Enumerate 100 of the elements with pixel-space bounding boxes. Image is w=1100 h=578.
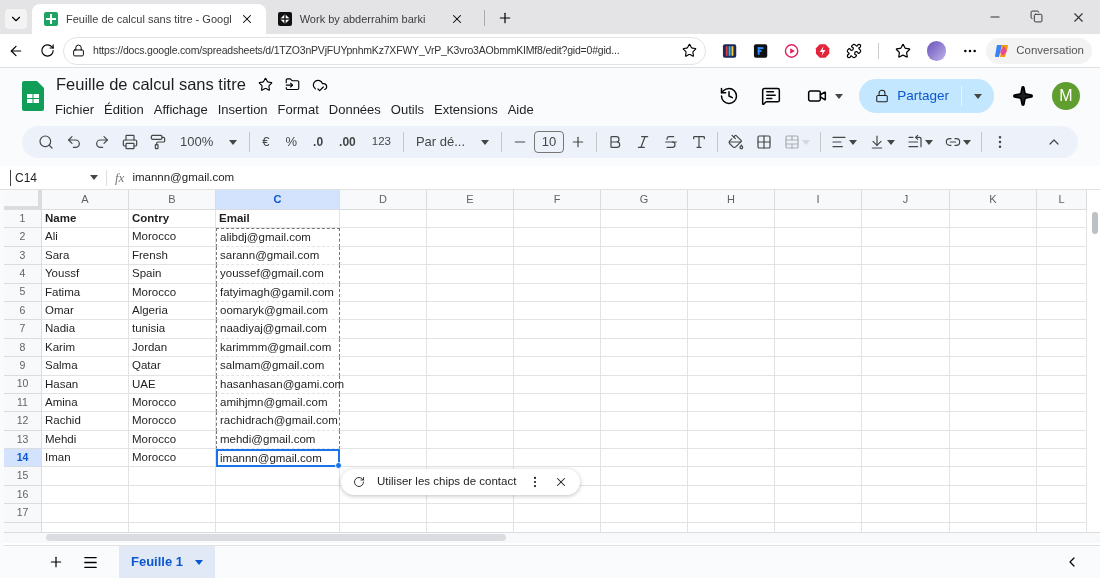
table-cell[interactable] [950,449,1037,468]
menu-item[interactable]: Extensions [434,100,498,120]
column-header[interactable]: B [129,190,216,210]
table-cell[interactable]: mehdi@gmail.com [216,430,340,450]
table-cell[interactable]: Morocco [129,393,216,413]
table-cell[interactable] [862,246,950,266]
table-cell[interactable] [427,338,514,358]
contact-chip-toast[interactable]: Utiliser les chips de contact [341,469,581,495]
sheets-logo-icon[interactable] [22,81,44,111]
table-cell[interactable]: Salma [42,357,129,376]
strikethrough-icon[interactable] [663,134,680,150]
table-cell[interactable] [427,265,514,284]
move-icon[interactable] [284,77,300,93]
table-cell[interactable] [427,412,514,431]
table-cell[interactable] [514,357,601,376]
table-cell[interactable] [950,246,1037,266]
table-cell[interactable] [950,485,1037,505]
column-header[interactable]: E [427,190,514,210]
table-cell[interactable] [427,357,514,376]
row-header[interactable]: 4 [4,265,42,284]
table-cell[interactable] [688,265,775,284]
table-cell[interactable]: alibdj@gmail.com [216,228,340,247]
comments-icon[interactable] [761,86,782,106]
table-cell[interactable] [688,430,775,450]
table-cell[interactable] [1037,210,1087,229]
table-cell[interactable]: amihjmn@gmail.com [216,393,340,413]
document-title[interactable]: Feuille de calcul sans titre [56,72,246,98]
font-size-field[interactable]: 10 [534,131,565,153]
font-select[interactable]: Par dé... [407,132,498,152]
table-cell[interactable]: karimmm@gmail.com [216,338,340,358]
decrease-decimals[interactable]: .0 [305,133,332,151]
table-cell[interactable] [688,504,775,523]
table-cell[interactable] [129,504,216,523]
favorites-icon[interactable] [895,42,912,59]
table-cell[interactable]: Rachid [42,412,129,431]
table-cell[interactable] [950,338,1037,358]
table-cell[interactable] [340,412,427,431]
table-cell[interactable]: Karim [42,338,129,358]
tab-list-button[interactable] [5,9,27,29]
copilot-button[interactable]: Conversation [986,37,1092,64]
table-cell[interactable] [340,265,427,284]
table-cell[interactable] [601,338,688,358]
undo-icon[interactable] [66,134,82,150]
table-cell[interactable] [42,485,129,505]
table-cell[interactable] [514,246,601,266]
table-cell[interactable] [950,375,1037,394]
table-cell[interactable] [514,265,601,284]
table-cell[interactable] [862,283,950,302]
table-cell[interactable] [601,246,688,266]
column-header[interactable]: G [601,190,688,210]
table-cell[interactable]: youssef@gmail.com [216,265,340,284]
table-cell[interactable] [514,210,601,229]
table-cell[interactable] [862,393,950,413]
table-cell[interactable] [862,301,950,321]
table-cell[interactable] [1037,283,1087,302]
table-cell[interactable] [1037,430,1087,450]
table-cell[interactable] [601,485,688,505]
caret-icon[interactable] [887,139,896,145]
column-header[interactable]: H [688,190,775,210]
table-cell[interactable]: Spain [129,265,216,284]
sparkle-icon[interactable] [1012,85,1034,107]
chip-prompt-text[interactable]: Utiliser les chips de contact [377,473,517,491]
table-cell[interactable] [340,449,427,468]
table-cell[interactable] [775,357,862,376]
fill-color-icon[interactable] [728,134,745,150]
table-cell[interactable] [862,228,950,247]
table-cell[interactable] [427,228,514,247]
table-cell[interactable] [1037,393,1087,413]
table-cell[interactable] [950,210,1037,229]
table-cell[interactable] [216,485,340,505]
table-cell[interactable]: UAE [129,375,216,394]
column-header[interactable]: I [775,190,862,210]
table-cell[interactable] [427,375,514,394]
table-cell[interactable] [601,228,688,247]
column-header[interactable]: L [1037,190,1087,210]
reload-icon[interactable] [40,43,55,58]
table-cell[interactable] [340,504,427,523]
table-cell[interactable] [1037,412,1087,431]
table-cell[interactable] [601,210,688,229]
table-cell[interactable] [688,375,775,394]
table-cell[interactable] [601,265,688,284]
menu-item[interactable]: Insertion [217,100,268,120]
table-cell[interactable] [601,467,688,486]
table-cell[interactable] [216,504,340,523]
table-cell[interactable] [862,320,950,339]
caret-icon[interactable] [229,139,238,145]
table-cell[interactable] [427,430,514,450]
table-cell[interactable]: Amina [42,393,129,413]
table-cell[interactable]: salmam@gmail.com [216,357,340,376]
contact-chip-icon[interactable] [353,476,365,488]
table-cell[interactable] [340,393,427,413]
menu-item[interactable]: Édition [104,100,144,120]
column-header[interactable]: J [862,190,950,210]
table-cell[interactable] [340,320,427,339]
select-all-corner[interactable] [4,190,42,210]
menu-item[interactable]: Fichier [55,100,94,120]
table-cell[interactable] [688,246,775,266]
table-cell[interactable] [688,301,775,321]
table-cell[interactable] [862,338,950,358]
share-button[interactable]: Partager [859,79,994,113]
